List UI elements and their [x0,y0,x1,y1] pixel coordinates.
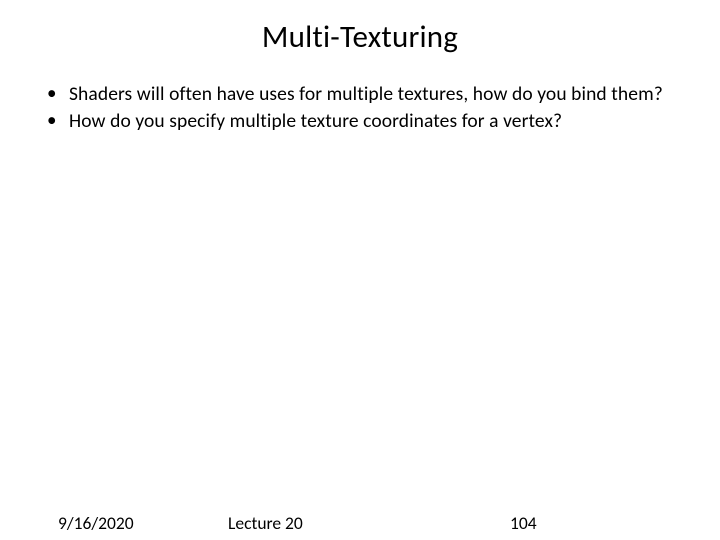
slide-title: Multi-Texturing [35,18,685,56]
list-item: How do you specify multiple texture coor… [69,109,685,134]
list-item: Shaders will often have uses for multipl… [69,82,685,107]
bullet-list: Shaders will often have uses for multipl… [35,82,685,134]
footer-date: 9/16/2020 [58,512,134,534]
footer-lecture: Lecture 20 [228,512,303,534]
slide: Multi-Texturing Shaders will often have … [0,0,720,540]
footer-page-number: 104 [510,512,537,534]
